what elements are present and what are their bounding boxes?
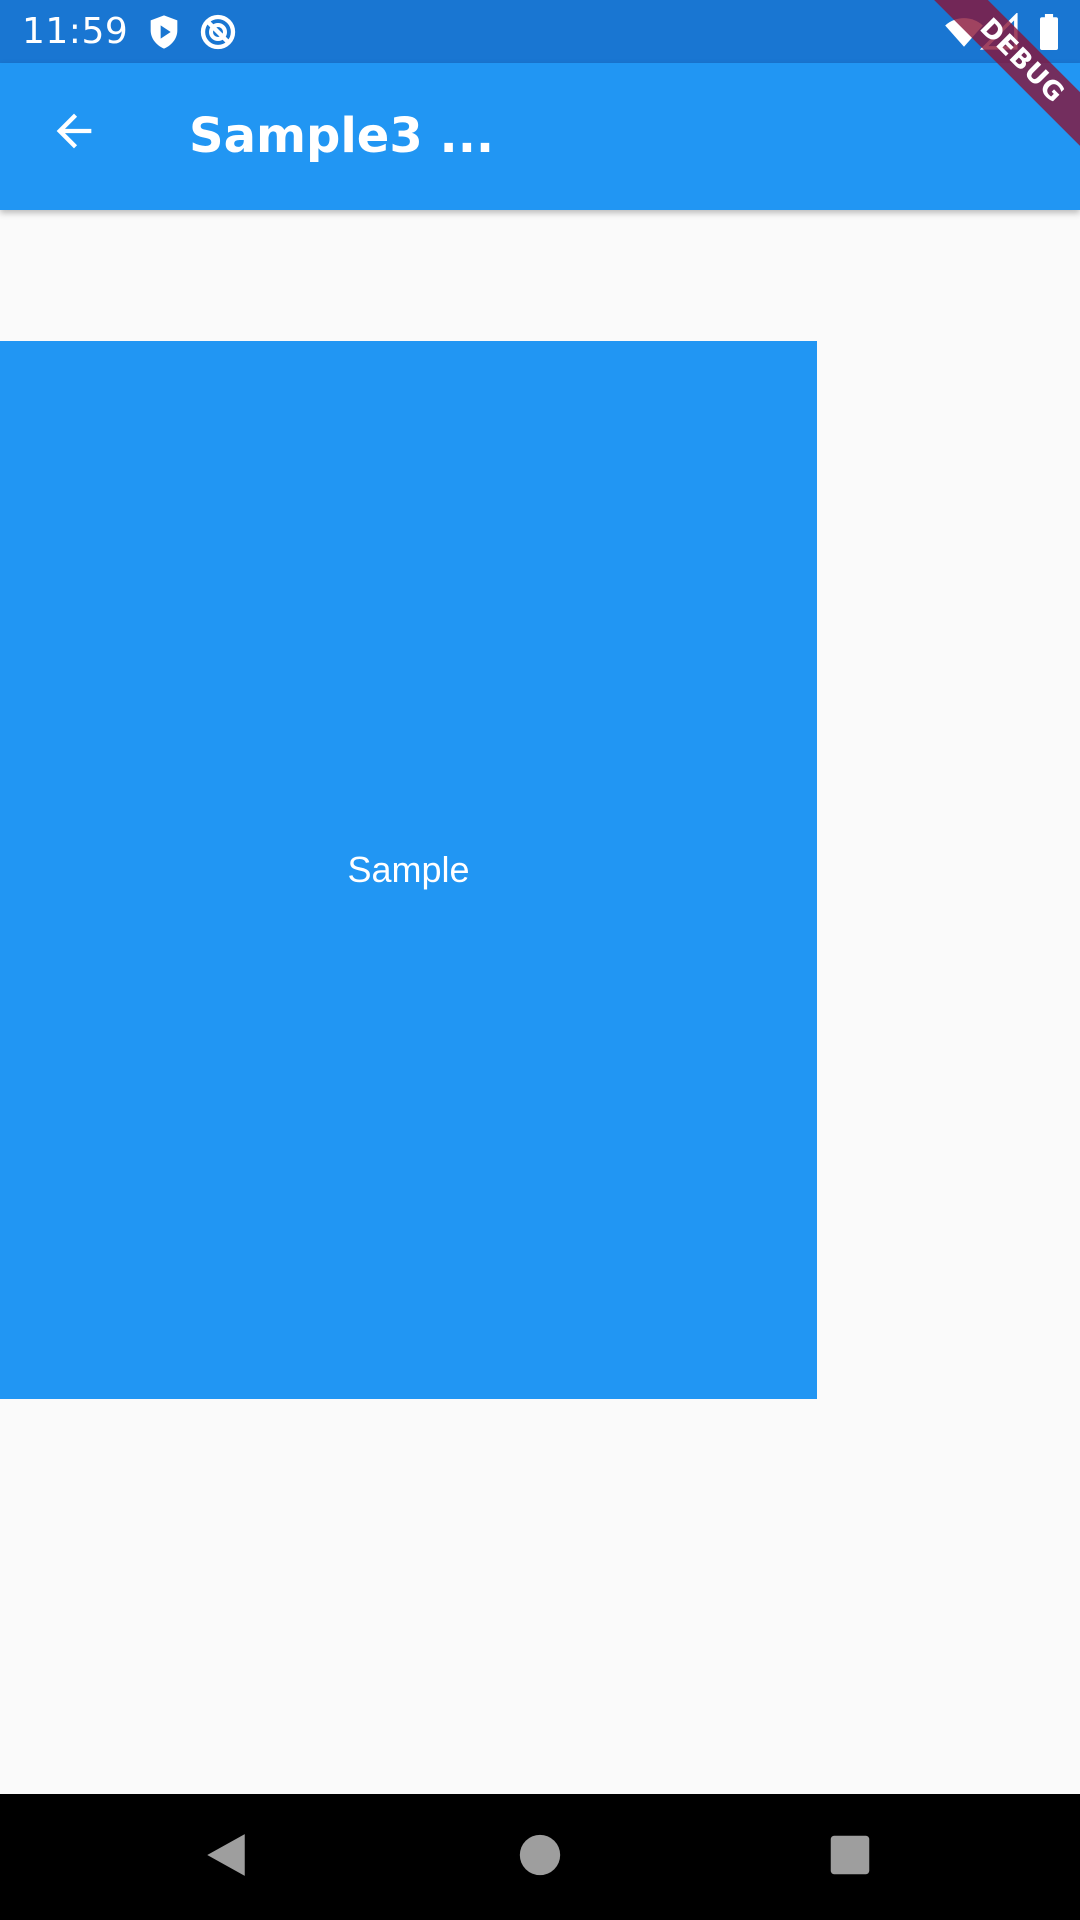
nav-recents-button[interactable] <box>818 1825 882 1889</box>
recents-square-icon <box>829 1834 871 1881</box>
page-title: Sample3 ... <box>189 108 495 164</box>
status-bar: 11:59 <box>0 0 1080 63</box>
screen: 11:59 DEBUG Sample3 ... Sample <box>0 0 1080 1920</box>
home-circle-icon <box>518 1833 562 1882</box>
back-triangle-icon <box>201 1830 251 1885</box>
system-nav-bar <box>0 1794 1080 1920</box>
arrow-back-icon <box>48 105 100 162</box>
nav-home-button[interactable] <box>508 1825 572 1889</box>
battery-icon <box>1038 14 1060 54</box>
back-button[interactable] <box>36 95 112 171</box>
app-bar: Sample3 ... <box>0 63 1080 210</box>
signal-icon <box>979 11 1020 53</box>
sample-container: Sample <box>0 341 817 1399</box>
no-sync-icon <box>198 12 238 52</box>
nav-back-button[interactable] <box>194 1825 258 1889</box>
sample-label: Sample <box>347 849 470 890</box>
status-time: 11:59 <box>22 11 129 52</box>
wifi-icon <box>944 14 984 54</box>
shield-play-icon <box>144 12 184 52</box>
